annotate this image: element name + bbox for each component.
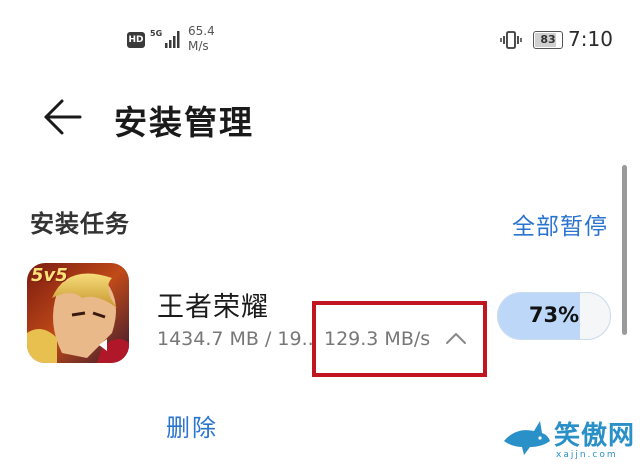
page-title: 安装管理 — [114, 103, 254, 142]
watermark: 笑傲网 xajjn.com — [500, 413, 640, 466]
clock: 7:10 — [568, 27, 613, 51]
progress-label: 73% — [528, 303, 580, 327]
vibrate-icon — [500, 31, 522, 49]
pause-all-button[interactable]: 全部暂停 — [512, 207, 608, 241]
network-speed-value: 65.4 — [188, 24, 215, 38]
network-speed-unit: M/s — [188, 39, 209, 53]
delete-button[interactable]: 删除 — [166, 408, 218, 443]
download-size: 1434.7 MB / 19.. — [157, 328, 314, 350]
network-type-label: 5G — [150, 29, 163, 38]
section-title: 安装任务 — [30, 210, 130, 238]
shark-logo-icon — [504, 421, 550, 455]
status-bar: HD 5G 65.4 M/s 83 7:10 — [0, 0, 640, 70]
battery-level: 83 — [540, 33, 556, 46]
back-arrow-icon[interactable] — [42, 96, 84, 138]
progress-button[interactable]: 73% — [497, 292, 611, 340]
signal-icon — [165, 31, 180, 48]
app-icon-label: 5v5 — [31, 265, 68, 286]
app-icon: 5v5 — [27, 263, 129, 363]
scrollbar[interactable] — [622, 165, 627, 335]
hd-badge: HD — [127, 32, 145, 48]
watermark-domain: xajjn.com — [556, 450, 618, 460]
app-name: 王者荣耀 — [157, 292, 269, 323]
network-type-icon: 5G — [150, 29, 164, 49]
speed-highlight-box — [312, 301, 487, 377]
battery-icon: 83 — [533, 31, 563, 49]
network-speed: 65.4 M/s — [188, 24, 228, 54]
watermark-text: 笑傲网 — [554, 421, 636, 451]
